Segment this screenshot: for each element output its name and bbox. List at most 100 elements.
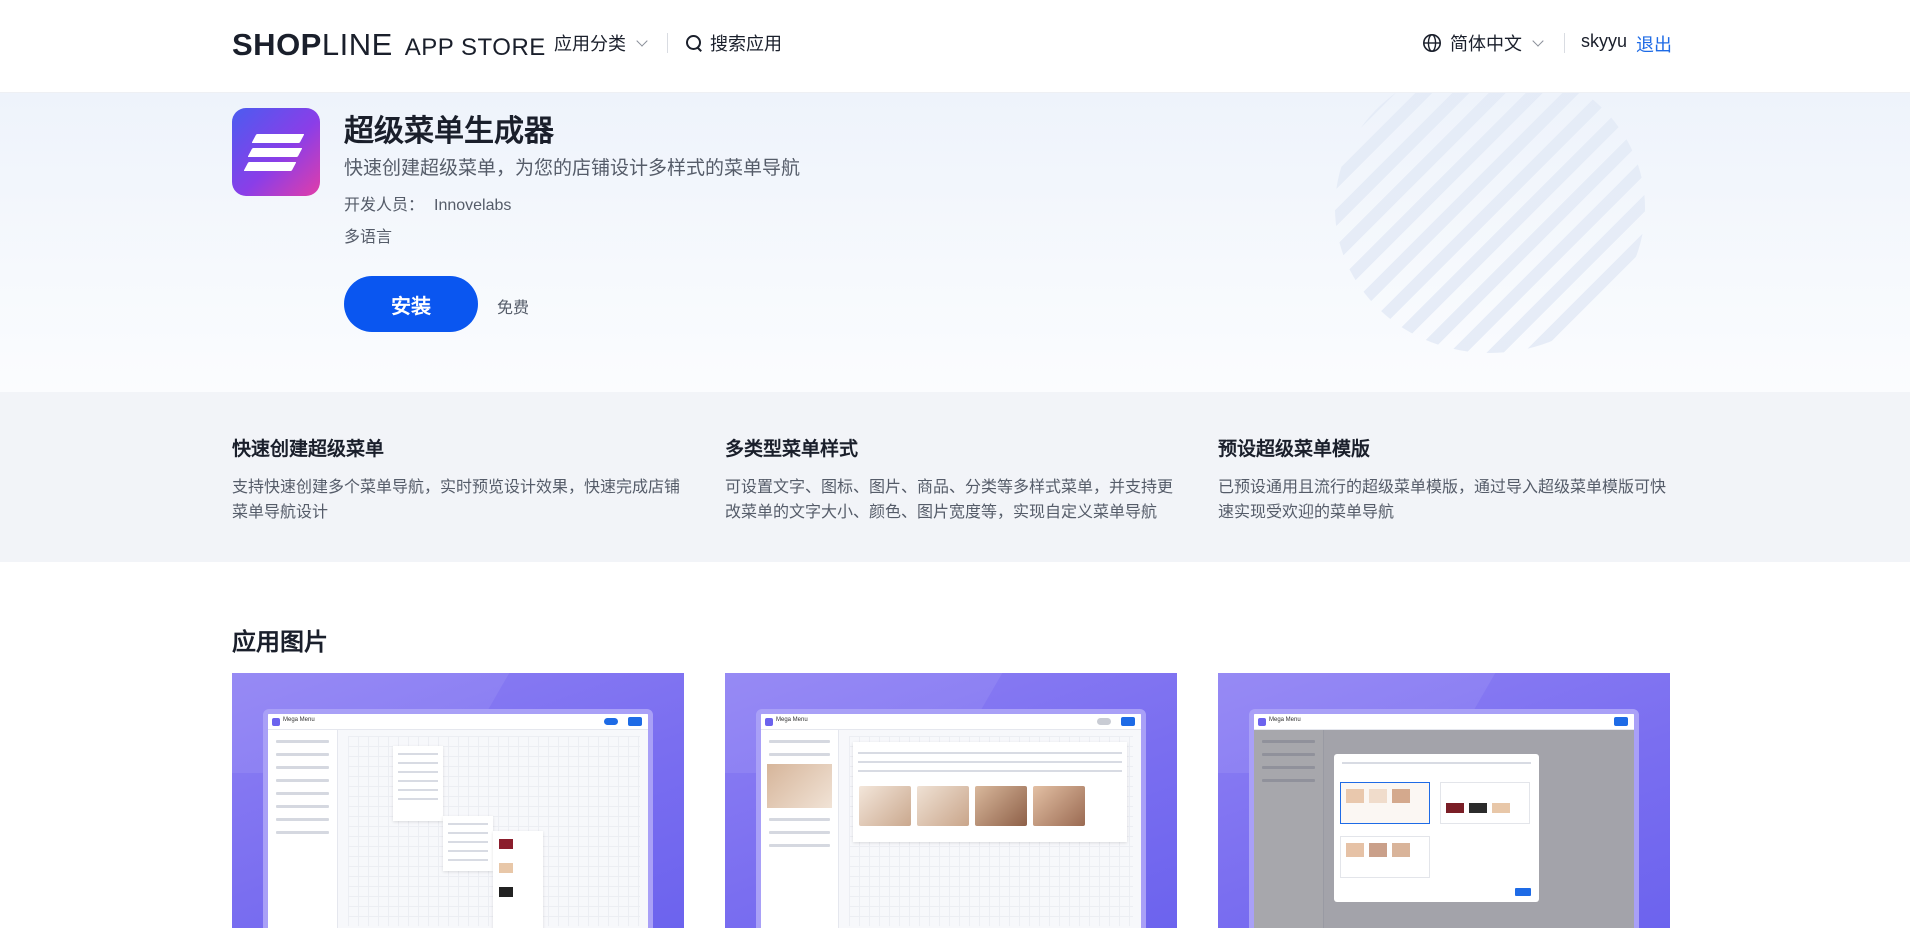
nav-search-apps[interactable]: 搜索应用 [686, 30, 782, 56]
screenshot-toolbar: Mega Menu [761, 714, 1141, 730]
template-thumb [1469, 803, 1487, 813]
save-icon [1121, 717, 1135, 726]
template-thumb [1446, 803, 1464, 813]
feature-title: 预设超级菜单模版 [1218, 439, 1371, 460]
feature-item: 预设超级菜单模版 已预设通用且流行的超级菜单模版，通过导入超级菜单模版可快速实现… [1218, 434, 1668, 525]
globe-icon [1423, 34, 1441, 52]
screenshot-toolbar: Mega Menu [1254, 714, 1634, 730]
template-thumb [1346, 843, 1364, 857]
screenshot-screen: Mega Menu [1249, 709, 1639, 928]
app-subtitle: 快速创建超级菜单，为您的店铺设计多样式的菜单导航 [344, 158, 801, 179]
sidebar-line [769, 818, 830, 821]
app-screenshot-2[interactable]: Mega Menu [725, 673, 1177, 928]
sidebar-line [769, 844, 830, 847]
nav-app-category-dropdown[interactable]: 应用分类 [554, 30, 648, 56]
screenshot-caption: Mega Menu [776, 717, 808, 723]
product-image [1033, 786, 1085, 826]
template-thumb [1369, 789, 1387, 803]
panel-line [448, 859, 488, 861]
feature-description: 支持快速创建多个菜单导航，实时预览设计效果，快速完成店铺菜单导航设计 [232, 479, 681, 521]
panel-line [448, 823, 488, 825]
panel-line [858, 770, 1122, 772]
app-title: 超级菜单生成器 [344, 115, 554, 148]
sidebar-line [276, 766, 329, 769]
app-icon-bar [251, 134, 305, 143]
product-thumb [499, 887, 513, 897]
product-image [975, 786, 1027, 826]
panel-line [858, 761, 1122, 763]
panel-line [858, 752, 1122, 754]
app-badge-icon [1258, 718, 1266, 726]
language-label: 简体中文 [1450, 34, 1522, 54]
search-icon [686, 35, 702, 51]
panel-line [398, 762, 438, 764]
sidebar-line [276, 818, 329, 821]
screenshot-canvas [849, 736, 1133, 926]
install-button[interactable]: 安装 [344, 276, 478, 332]
submenu-panel [443, 816, 493, 871]
template-thumb [1492, 803, 1510, 813]
sidebar-line [276, 753, 329, 756]
template-thumb [1392, 843, 1410, 857]
save-icon [628, 717, 642, 726]
feature-title: 快速创建超级菜单 [232, 439, 385, 460]
developer-info: 开发人员： Innovelabs [344, 191, 511, 215]
logo-brand-light: LINE [321, 27, 393, 62]
template-thumb [1392, 789, 1410, 803]
feature-description: 可设置文字、图标、图片、商品、分类等多样式菜单，并支持更改菜单的文字大小、颜色、… [725, 479, 1174, 521]
app-screenshot-1[interactable]: Mega Menu [232, 673, 684, 928]
app-badge-icon [765, 718, 773, 726]
price-label: 免费 [497, 300, 530, 317]
screenshot-canvas [348, 736, 640, 928]
logo-app-store: APP STORE [404, 34, 546, 61]
logout-link[interactable]: 退出 [1636, 31, 1672, 57]
product-panel [493, 831, 543, 928]
product-image [917, 786, 969, 826]
screenshot-screen: Mega Menu [756, 709, 1146, 928]
sidebar-line [769, 753, 830, 756]
template-modal [1334, 754, 1539, 902]
template-thumb [1369, 843, 1387, 857]
username: skyyu [1581, 31, 1628, 51]
feature-item: 快速创建超级菜单 支持快速创建多个菜单导航，实时预览设计效果，快速完成店铺菜单导… [232, 434, 682, 525]
panel-line [398, 789, 438, 791]
screenshot-sidebar [268, 730, 338, 928]
top-header: SHOP LINE APP STORE 应用分类 搜索应用 简体中文 skyyu … [0, 0, 1910, 93]
panel-line [398, 780, 438, 782]
save-icon [1614, 717, 1628, 726]
screenshots-title: 应用图片 [232, 629, 328, 656]
decorative-stripes [1335, 93, 1645, 353]
app-screenshot-3[interactable]: Mega Menu [1218, 673, 1670, 928]
feature-item: 多类型菜单样式 可设置文字、图标、图片、商品、分类等多样式菜单，并支持更改菜单的… [725, 434, 1175, 525]
template-card [1340, 836, 1430, 878]
shopline-app-store-logo[interactable]: SHOP LINE APP STORE [232, 27, 546, 63]
sidebar-line [276, 740, 329, 743]
panel-line [398, 798, 438, 800]
product-image [859, 786, 911, 826]
language-selector[interactable]: 简体中文 [1422, 30, 1544, 56]
sidebar-line [769, 831, 830, 834]
product-thumb [499, 839, 513, 849]
toggle-icon [1097, 718, 1111, 725]
menu-panel [393, 746, 443, 821]
sidebar-line [276, 779, 329, 782]
template-card [1440, 782, 1530, 824]
screenshot-sidebar [761, 730, 839, 928]
screenshot-caption: Mega Menu [1269, 717, 1301, 723]
nav-divider [667, 33, 668, 53]
user-divider [1564, 33, 1565, 53]
nav-category-label: 应用分类 [554, 34, 626, 54]
app-badge-icon [272, 718, 280, 726]
template-thumb [1346, 789, 1364, 803]
screenshot-screen: Mega Menu [263, 709, 653, 928]
app-icon [232, 108, 320, 196]
features-section: 快速创建超级菜单 支持快速创建多个菜单导航，实时预览设计效果，快速完成店铺菜单导… [0, 392, 1910, 562]
chevron-down-icon [1532, 34, 1544, 47]
sidebar-line [769, 740, 830, 743]
sidebar-image [767, 764, 832, 808]
screenshot-caption: Mega Menu [283, 717, 315, 723]
panel-line [448, 841, 488, 843]
panel-line [398, 771, 438, 773]
image-menu-panel [853, 742, 1127, 842]
modal-line [1342, 762, 1531, 764]
